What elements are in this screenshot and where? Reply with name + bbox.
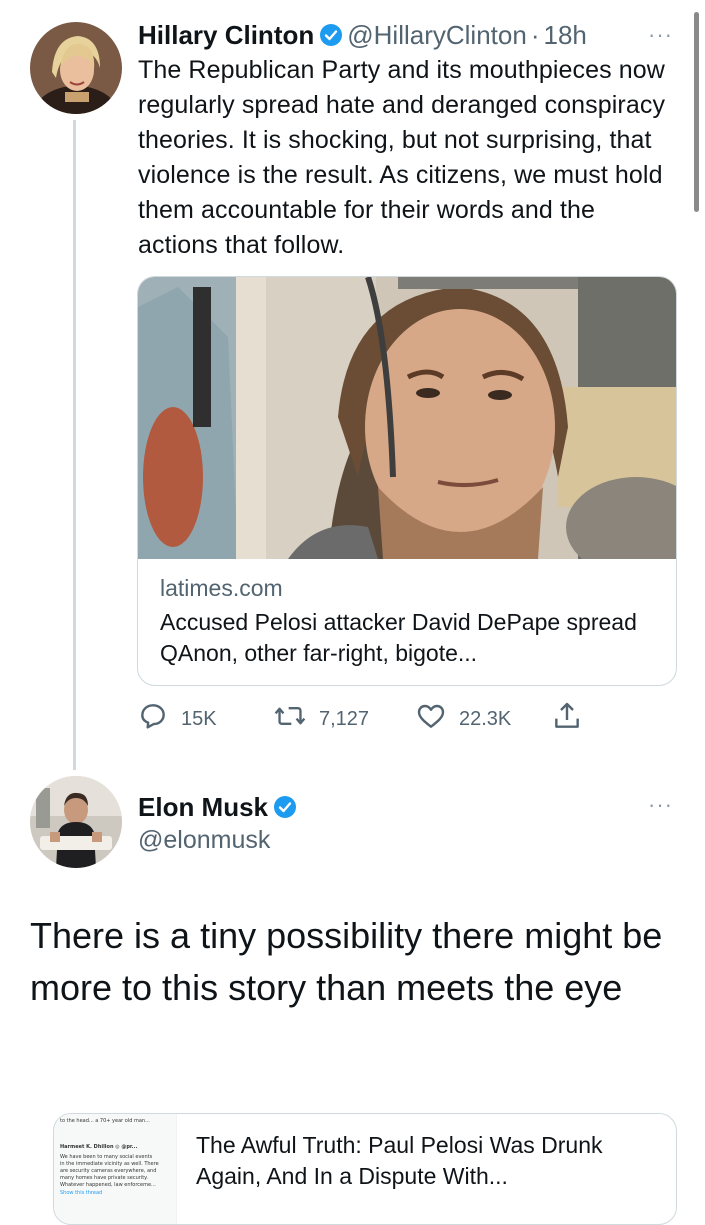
link-card-domain: latimes.com (160, 575, 283, 601)
tweet1-link-card[interactable]: latimes.com Accused Pelosi attacker Davi… (137, 276, 677, 686)
thumb-line: We have been to many social events (60, 1154, 153, 1160)
thumb-line: are security cameras everywhere, and (60, 1168, 157, 1174)
like-icon (415, 700, 447, 738)
link-card-title: Accused Pelosi attacker David DePape spr… (160, 609, 637, 666)
reply-count: 15K (181, 707, 217, 730)
tweet1-text: The Republican Party and its mouthpieces… (138, 56, 666, 259)
retweet-icon (273, 700, 307, 738)
retweet-button[interactable]: 7,127 (273, 700, 369, 738)
thumb-line: to the head... a 70+ year old man... (60, 1118, 150, 1124)
thumb-line: many homes have private security. (60, 1175, 148, 1181)
verified-badge-icon (319, 23, 343, 53)
verified-badge-icon (273, 795, 297, 826)
thumb-line: Whatever happened, law enforceme... (60, 1182, 156, 1188)
link-card-thumbnail: to the head... a 70+ year old man... Har… (54, 1114, 177, 1224)
elon-avatar[interactable] (30, 776, 122, 868)
reply-button[interactable]: 15K (137, 700, 217, 738)
thumb-line: Harmeet K. Dhillon ◎ @pr... (60, 1144, 138, 1150)
tweet2-link-card[interactable]: to the head... a 70+ year old man... Har… (53, 1113, 677, 1225)
retweet-count: 7,127 (319, 707, 370, 730)
more-icon[interactable]: ··· (648, 792, 673, 818)
link-card-title: The Awful Truth: Paul Pelosi Was Drunk A… (196, 1132, 603, 1189)
thumb-line: Show this thread (60, 1190, 103, 1196)
tweet2-text: There is a tiny possibility there might … (30, 915, 663, 1008)
tweet1-timestamp[interactable]: 18h (543, 20, 586, 50)
share-button[interactable] (551, 700, 583, 738)
like-button[interactable]: 22.3K (415, 700, 511, 738)
tweet2-author: Elon Musk (138, 792, 301, 826)
tweet2-handle[interactable]: @elonmusk (138, 826, 270, 855)
tweet1-author-name[interactable]: Hillary Clinton (138, 20, 314, 50)
tweet1-handle[interactable]: @HillaryClinton (347, 20, 527, 50)
more-icon[interactable]: ··· (648, 22, 673, 48)
hillary-avatar[interactable] (30, 22, 122, 114)
tweet2-author-name[interactable]: Elon Musk (138, 792, 268, 822)
thumb-line: in the immediate vicinity as well. There (60, 1161, 159, 1167)
like-count: 22.3K (459, 707, 512, 730)
tweet1-action-bar: 15K 7,127 22.3K (137, 700, 607, 734)
share-icon (551, 700, 583, 738)
link-card-image (138, 277, 676, 559)
tweet1-header: Hillary Clinton @HillaryClinton · 18h (138, 20, 587, 53)
reply-icon (137, 700, 169, 738)
tweet1-dot-separator: · (530, 20, 540, 50)
thread-connector-line (73, 120, 76, 770)
scrollbar[interactable] (694, 12, 699, 212)
